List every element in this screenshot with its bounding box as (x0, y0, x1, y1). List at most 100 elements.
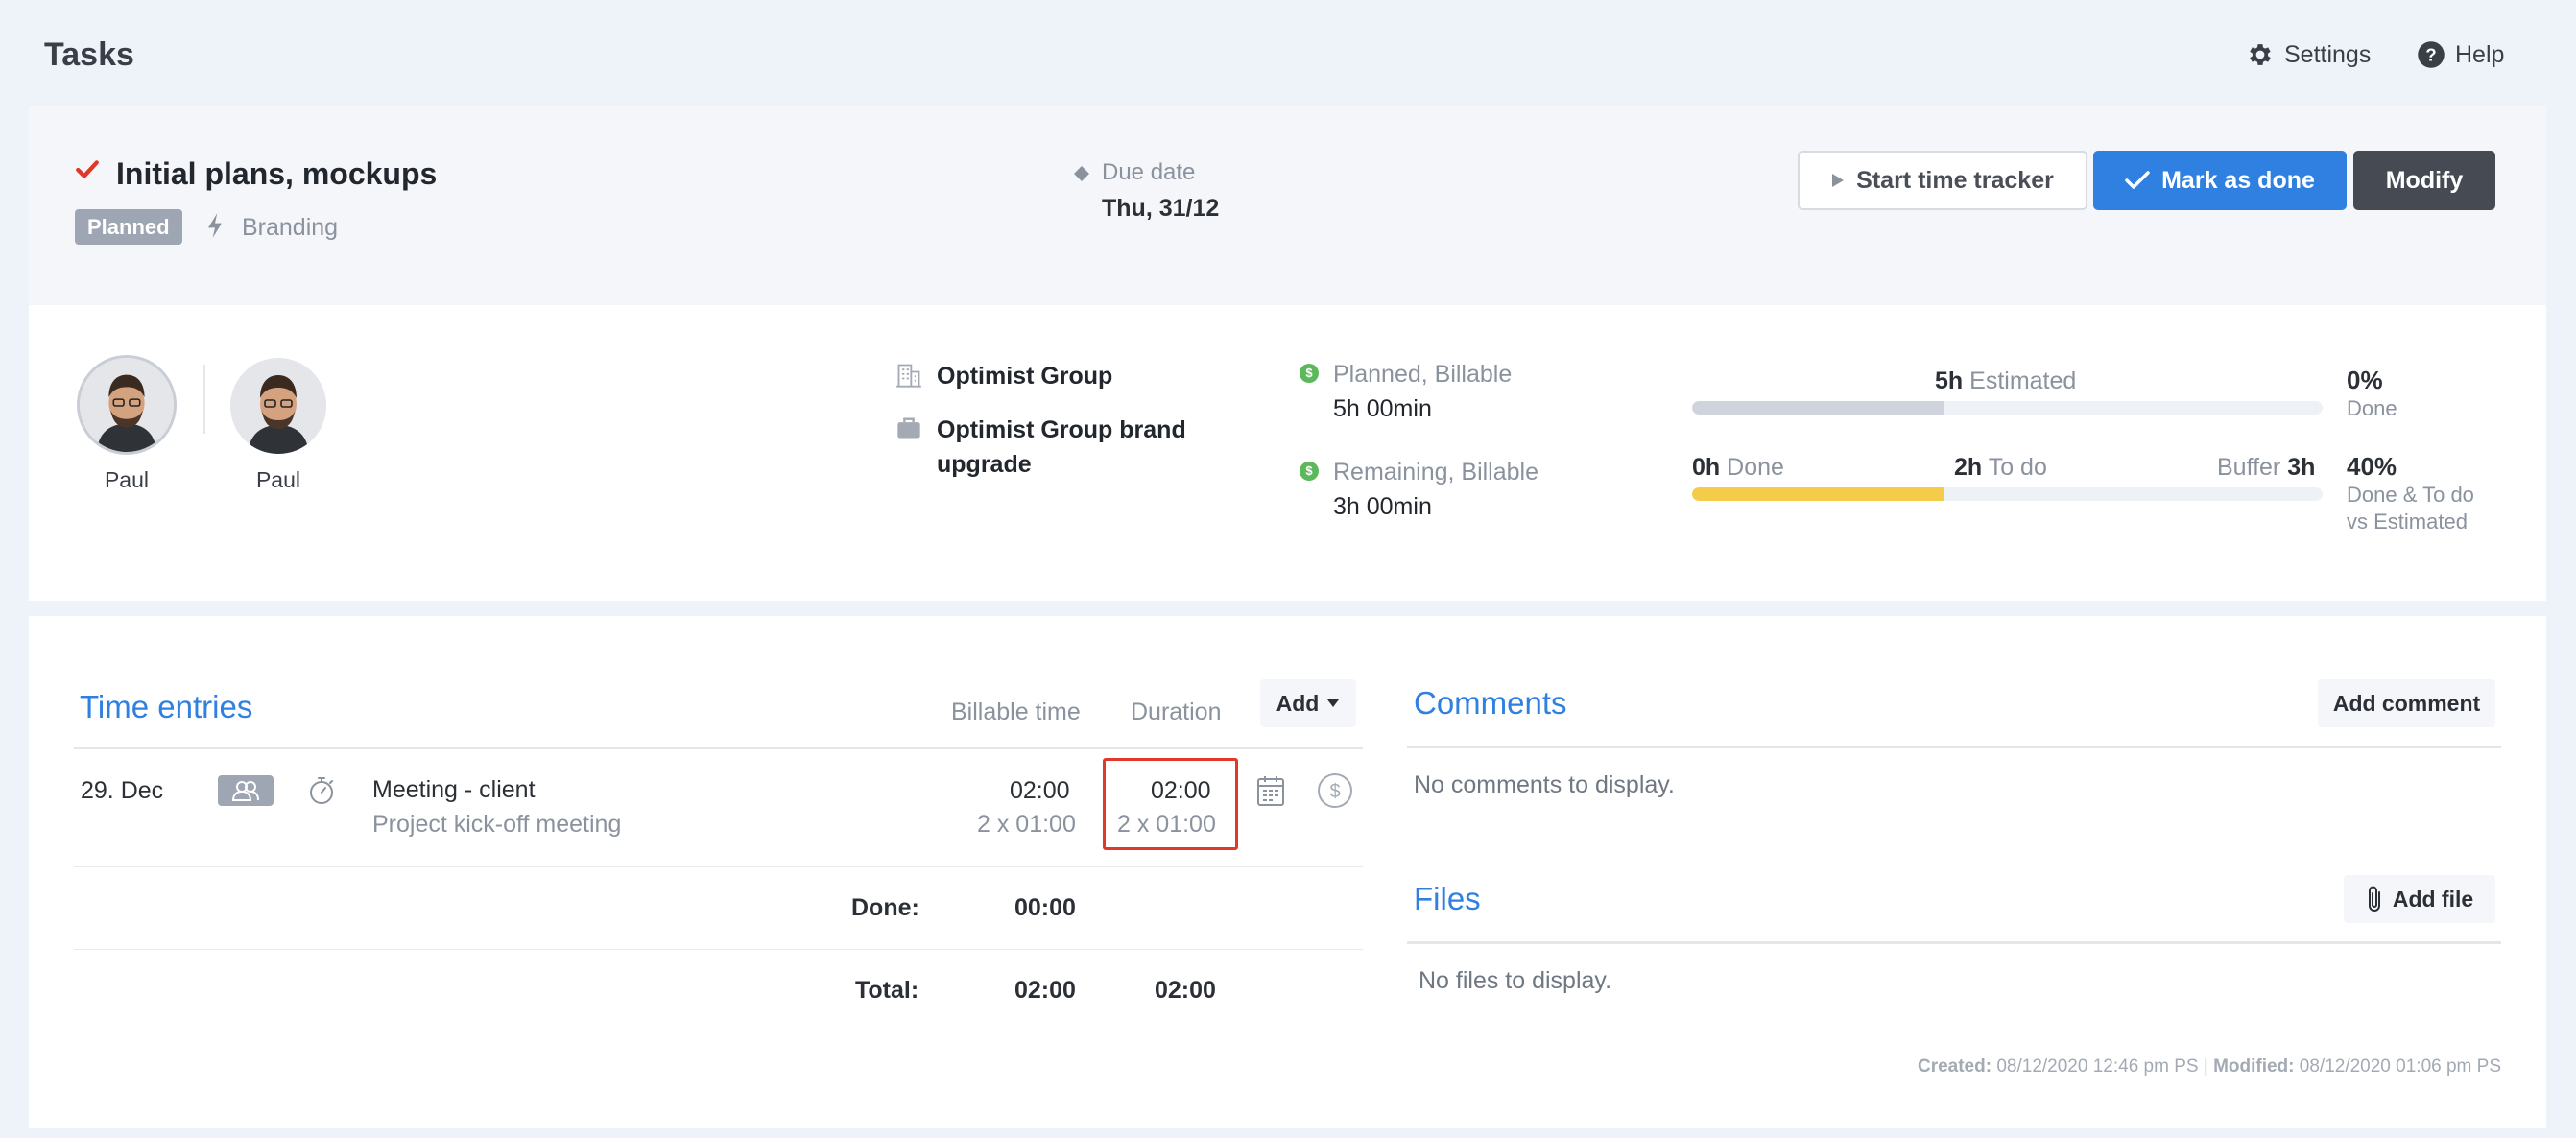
tag-label: Branding (242, 214, 339, 241)
estimated-progress-bar (1692, 401, 2323, 415)
stopwatch-icon (310, 777, 333, 804)
todo-progress-fill (1692, 487, 1944, 501)
mark-as-done-label: Mark as done (2161, 166, 2315, 194)
add-comment-button[interactable]: Add comment (2318, 679, 2495, 727)
avatar-name: Paul (104, 467, 150, 492)
avatar-name: Paul (255, 467, 301, 492)
settings-label: Settings (2284, 40, 2372, 68)
comments-title: Comments (1414, 685, 1567, 721)
todo-hours: 2h (1954, 454, 1983, 481)
planned-label: Planned, Billable (1333, 361, 1513, 388)
audit-footer: Created: 08/12/2020 12:46 pm PS | Modifi… (1917, 1056, 2501, 1077)
add-file-label: Add file (2392, 886, 2474, 912)
client-name[interactable]: Optimist Group (937, 359, 1112, 393)
help-icon: ? (2418, 41, 2445, 68)
entry-duration-breakdown: 2 x 01:00 (1117, 811, 1216, 838)
settings-link[interactable]: Settings (2246, 40, 2371, 69)
avatar[interactable] (230, 358, 326, 454)
start-time-tracker-button[interactable]: Start time tracker (1798, 151, 2087, 210)
gear-icon (2250, 44, 2271, 65)
done-summary-label: Done: (851, 894, 919, 921)
divider (1407, 746, 2501, 748)
diamond-icon (1074, 166, 1089, 181)
done-readout: 0h Done (1692, 454, 1784, 482)
page-title: Tasks (44, 36, 134, 73)
check-icon (2125, 171, 2150, 189)
modify-button[interactable]: Modify (2353, 151, 2495, 210)
buffer-value: 3h (2287, 454, 2316, 481)
total-summary-duration: 02:00 (1155, 977, 1216, 1004)
help-label: Help (2455, 40, 2505, 68)
people-badge (218, 775, 274, 806)
mark-as-done-button[interactable]: Mark as done (2093, 151, 2347, 210)
building-icon (896, 364, 921, 388)
duration-header: Duration (1131, 699, 1222, 725)
calendar-icon[interactable] (1256, 774, 1285, 807)
add-file-button[interactable]: Add file (2344, 875, 2495, 923)
svg-text:?: ? (2425, 44, 2436, 64)
files-empty-text: No files to display. (1419, 967, 1612, 994)
buffer-readout: Buffer 3h (2217, 454, 2315, 482)
estimated-value: 5h (1935, 367, 1964, 394)
remaining-value: 3h 00min (1333, 493, 1432, 520)
modified-value: 08/12/2020 01:06 pm PS (2299, 1056, 2501, 1077)
created-value: 08/12/2020 12:46 pm PS (1996, 1056, 2199, 1077)
divider (74, 866, 1363, 867)
task-info-card (29, 305, 2546, 601)
billable-time-header: Billable time (951, 699, 1081, 725)
task-title: Initial plans, mockups (116, 156, 438, 191)
remaining-label: Remaining, Billable (1333, 459, 1539, 486)
avatar[interactable] (77, 355, 177, 455)
total-summary-label: Total: (855, 977, 919, 1004)
done-todo-percent: 40% (2347, 452, 2397, 481)
done-hours: 0h (1692, 454, 1721, 481)
entry-description: Project kick-off meeting (372, 811, 622, 838)
entry-billable-time: 02:00 (1010, 777, 1070, 804)
modified-label: Modified: (2213, 1056, 2295, 1077)
play-icon (1832, 174, 1845, 187)
briefcase-icon (897, 417, 920, 439)
add-time-entry-label: Add (1276, 690, 1320, 716)
total-summary-billable: 02:00 (1014, 977, 1076, 1004)
person-avatar-icon (230, 358, 326, 454)
status-badge: Planned (75, 209, 182, 245)
project-name-line1[interactable]: Optimist Group brand (937, 413, 1186, 447)
todo-readout: 2h To do (1954, 454, 2047, 482)
files-title: Files (1414, 881, 1481, 916)
billable-icon: $ (1300, 364, 1319, 383)
entry-duration[interactable]: 02:00 (1151, 777, 1211, 805)
billable-dollar-icon[interactable]: $ (1317, 772, 1353, 809)
entry-date: 29. Dec (81, 777, 164, 804)
done-todo-label-1: Done & To do (2347, 483, 2474, 507)
done-hours-label: Done (1727, 454, 1784, 481)
check-icon (76, 160, 99, 178)
project-name-line2[interactable]: upgrade (937, 447, 1032, 482)
due-date-label: Due date (1102, 159, 1196, 185)
planned-value: 5h 00min (1333, 395, 1432, 422)
entry-name[interactable]: Meeting - client (372, 776, 536, 804)
add-time-entry-button[interactable]: Add (1260, 679, 1356, 727)
divider (74, 949, 1363, 950)
done-percent-label: Done (2347, 396, 2397, 420)
divider (1407, 941, 2501, 944)
caret-down-icon (1327, 699, 1340, 707)
billable-icon: $ (1300, 462, 1319, 481)
comments-empty-text: No comments to display. (1414, 771, 1675, 798)
people-icon (231, 781, 259, 801)
todo-hours-label: To do (1988, 454, 2047, 481)
estimated-label: Estimated (1969, 367, 2077, 394)
divider (203, 365, 205, 434)
time-entries-title: Time entries (80, 689, 253, 724)
done-todo-label-2: vs Estimated (2347, 510, 2468, 533)
help-link[interactable]: ? Help (2417, 40, 2504, 69)
done-percent: 0% (2347, 366, 2383, 394)
buffer-label: Buffer (2217, 454, 2281, 481)
bolt-icon (208, 213, 222, 238)
entry-billable-breakdown: 2 x 01:00 (977, 811, 1076, 838)
created-label: Created: (1917, 1056, 1992, 1077)
svg-text:$: $ (1329, 781, 1340, 802)
todo-progress-bar (1692, 487, 2323, 501)
person-avatar-icon (80, 358, 174, 452)
paperclip-icon (2368, 886, 2380, 912)
estimated-readout: 5h Estimated (1935, 367, 2076, 395)
